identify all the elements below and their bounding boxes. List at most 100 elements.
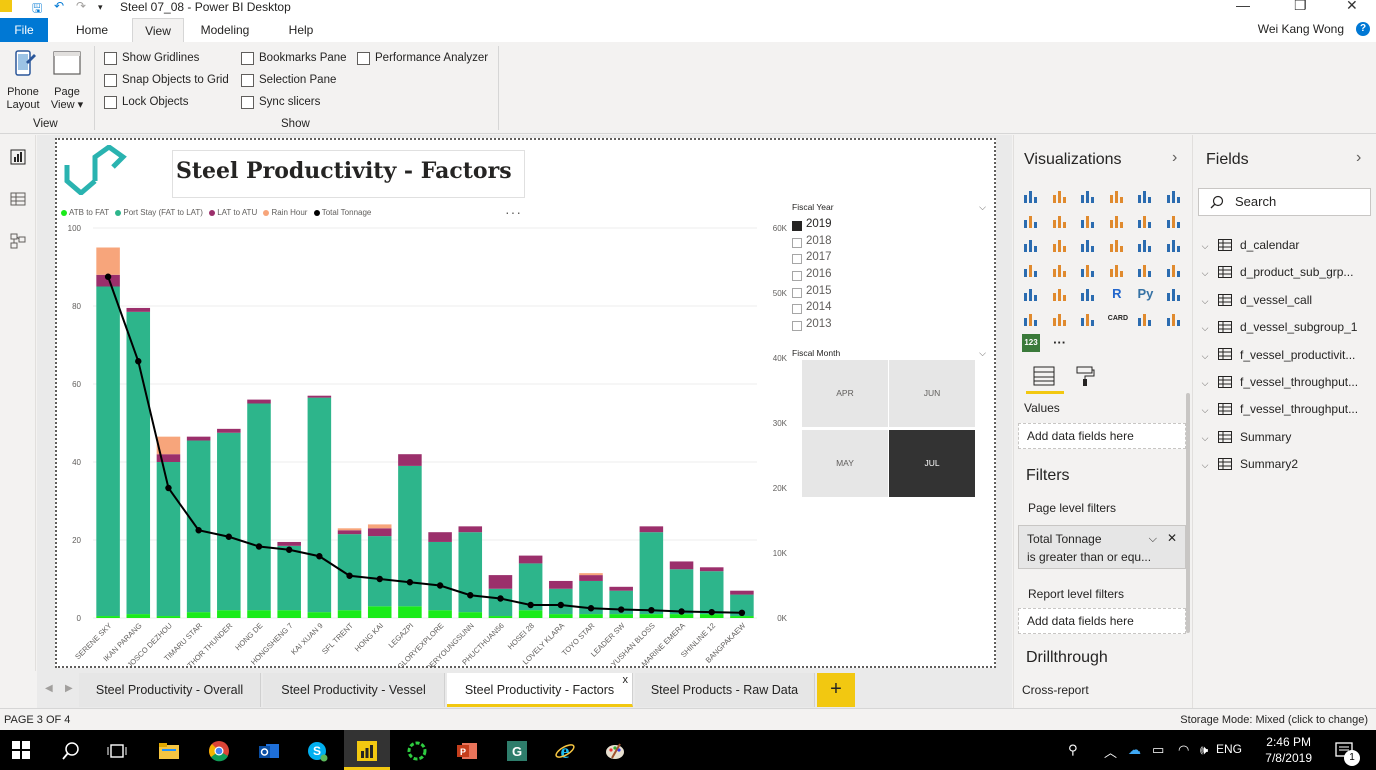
custom-matrix-icon[interactable]	[1136, 310, 1154, 328]
field-table-item[interactable]: ⌵ f_vessel_throughput...	[1198, 399, 1374, 419]
system-clock[interactable]: 2:46 PM 7/8/2019	[1265, 734, 1312, 766]
model-view-icon[interactable]	[10, 233, 26, 249]
outlook-icon[interactable]	[258, 740, 280, 762]
field-table-item[interactable]: ⌵ Summary2	[1198, 454, 1374, 474]
tab-help[interactable]: Help	[278, 18, 324, 42]
100-stacked-bar-icon[interactable]	[1136, 187, 1154, 205]
chevron-down-icon[interactable]: ⌵	[1149, 530, 1157, 548]
tab-steel-productivity-overall[interactable]: Steel Productivity - Overall	[79, 673, 261, 707]
month-tile-may[interactable]: MAY	[802, 430, 888, 497]
performance-analyzer-checkbox[interactable]: Performance Analyzer	[357, 50, 488, 66]
skype-icon[interactable]: S	[306, 740, 328, 762]
slicer-item-2017[interactable]: 2017	[792, 251, 992, 268]
multi-row-card-icon[interactable]	[1136, 261, 1154, 279]
pie-chart-icon[interactable]	[1079, 236, 1097, 254]
kpi-icon[interactable]	[1165, 261, 1183, 279]
slicer-item-2015[interactable]: 2015	[792, 285, 992, 302]
powerpoint-icon[interactable]: P	[456, 740, 478, 762]
report-title[interactable]: Steel Productivity - Factors	[172, 150, 525, 198]
gauge-icon[interactable]	[1079, 261, 1097, 279]
power-bi-icon[interactable]	[356, 740, 378, 762]
expand-chevron-icon[interactable]: ⌵	[1198, 400, 1212, 420]
lock-objects-checkbox[interactable]: Lock Objects	[104, 94, 188, 110]
field-table-item[interactable]: ⌵ f_vessel_productivit...	[1198, 345, 1374, 365]
slicer-item-2014[interactable]: 2014	[792, 301, 992, 318]
clear-filter-icon[interactable]: ✕	[1167, 529, 1177, 547]
waterfall-icon[interactable]	[1022, 236, 1040, 254]
minimize-button[interactable]: —	[1236, 0, 1250, 13]
selection-pane-checkbox[interactable]: Selection Pane	[241, 72, 336, 88]
search-icon[interactable]	[60, 740, 82, 762]
card-icon[interactable]: CARD	[1108, 310, 1128, 328]
slicer-item-2019[interactable]: 2019	[792, 218, 992, 235]
expand-chevron-icon[interactable]: ⌵	[1198, 291, 1212, 311]
stacked-bar-line-chart[interactable]: 0204060801000K10K20K30K40K50K60KSERENE S…	[57, 218, 787, 668]
field-table-item[interactable]: ⌵ Summary	[1198, 427, 1374, 447]
pane-scrollbar[interactable]	[1186, 393, 1190, 633]
file-menu[interactable]: File	[0, 18, 48, 42]
month-tile-jul[interactable]: JUL	[889, 430, 975, 497]
report-page[interactable]: Steel Productivity - Factors ATB to FAT …	[55, 138, 996, 668]
wifi-icon[interactable]: ◠	[1178, 742, 1189, 758]
task-view-icon[interactable]	[106, 740, 128, 762]
area-chart-icon[interactable]	[1051, 212, 1069, 230]
matrix-icon[interactable]	[1079, 285, 1097, 303]
line-column-icon[interactable]	[1108, 212, 1126, 230]
language-indicator[interactable]: ENG	[1216, 742, 1242, 756]
page-view-button[interactable]: Page View ▾	[48, 48, 86, 112]
people-icon[interactable]: ⚲	[1068, 742, 1078, 758]
decomposition-tree-icon[interactable]	[1051, 310, 1069, 328]
sync-app-icon[interactable]	[406, 740, 428, 762]
slicer-item-2018[interactable]: 2018	[792, 235, 992, 252]
funnel-icon[interactable]	[1051, 261, 1069, 279]
scatter-icon[interactable]	[1051, 236, 1069, 254]
expand-chevron-icon[interactable]: ⌵	[1198, 263, 1212, 283]
chevron-down-icon[interactable]: ⌵	[979, 202, 986, 213]
expand-chevron-icon[interactable]: ⌵	[1198, 318, 1212, 338]
values-drop-zone[interactable]: Add data fields here	[1018, 423, 1186, 449]
customize-quick-access-icon[interactable]: ▾	[98, 2, 103, 13]
file-explorer-icon[interactable]	[158, 740, 180, 762]
slicer-item-2013[interactable]: 2013	[792, 318, 992, 335]
add-page-button[interactable]: +	[817, 673, 855, 707]
expand-chevron-icon[interactable]: ⌵	[1198, 236, 1212, 256]
format-paint-roller-icon[interactable]	[1074, 365, 1096, 387]
chevron-down-icon[interactable]: ⌵	[979, 348, 986, 359]
field-table-item[interactable]: ⌵ d_product_sub_grp...	[1198, 262, 1374, 282]
volume-icon[interactable]: 🕪	[1200, 742, 1208, 758]
tab-steel-productivity-vessel[interactable]: Steel Productivity - Vessel	[263, 673, 445, 707]
expand-chevron-icon[interactable]: ⌵	[1198, 455, 1212, 475]
stacked-bar-icon[interactable]	[1022, 187, 1040, 205]
report-view-icon[interactable]	[10, 149, 26, 165]
sync-slicers-checkbox[interactable]: Sync slicers	[241, 94, 320, 110]
line-chart-icon[interactable]	[1022, 212, 1040, 230]
bookmarks-pane-checkbox[interactable]: Bookmarks Pane	[241, 50, 347, 66]
show-hidden-icons-icon[interactable]: ︿	[1104, 742, 1117, 761]
tab-next-icon[interactable]: ▶	[65, 683, 73, 694]
table-icon[interactable]	[1051, 285, 1069, 303]
paint-app-icon[interactable]	[604, 740, 626, 762]
field-table-item[interactable]: ⌵ d_calendar	[1198, 235, 1374, 255]
storage-mode-link[interactable]: Storage Mode: Mixed (click to change)	[1180, 709, 1368, 731]
fiscal-year-slicer[interactable]: Fiscal Year ⌵ 2019 2018 2017 2016 2015 2…	[792, 202, 992, 342]
more-visuals-icon[interactable]: ···	[1051, 334, 1069, 352]
report-filters-drop-zone[interactable]: Add data fields here	[1018, 608, 1186, 634]
field-table-item[interactable]: ⌵ f_vessel_throughput...	[1198, 372, 1374, 392]
show-gridlines-checkbox[interactable]: Show Gridlines	[104, 50, 199, 66]
user-name[interactable]: Wei Kang Wong	[1258, 22, 1344, 36]
map-icon[interactable]	[1165, 236, 1183, 254]
battery-icon[interactable]: ▭	[1152, 742, 1164, 758]
snap-to-grid-checkbox[interactable]: Snap Objects to Grid	[104, 72, 229, 88]
tab-steel-products-raw-data[interactable]: Steel Products - Raw Data	[635, 673, 815, 707]
100-stacked-column-icon[interactable]	[1165, 187, 1183, 205]
help-icon[interactable]: ?	[1356, 22, 1370, 36]
r-visual-icon[interactable]: R	[1108, 285, 1126, 303]
qa-icon[interactable]	[1079, 310, 1097, 328]
data-view-icon[interactable]	[10, 191, 26, 207]
collapse-arrow-icon[interactable]: ›	[1356, 149, 1361, 167]
expand-chevron-icon[interactable]: ⌵	[1198, 373, 1212, 393]
slicer-icon[interactable]	[1022, 285, 1040, 303]
phone-layout-button[interactable]: Phone Layout	[4, 48, 42, 112]
close-tab-icon[interactable]: x	[623, 663, 629, 697]
chrome-icon[interactable]	[208, 740, 230, 762]
